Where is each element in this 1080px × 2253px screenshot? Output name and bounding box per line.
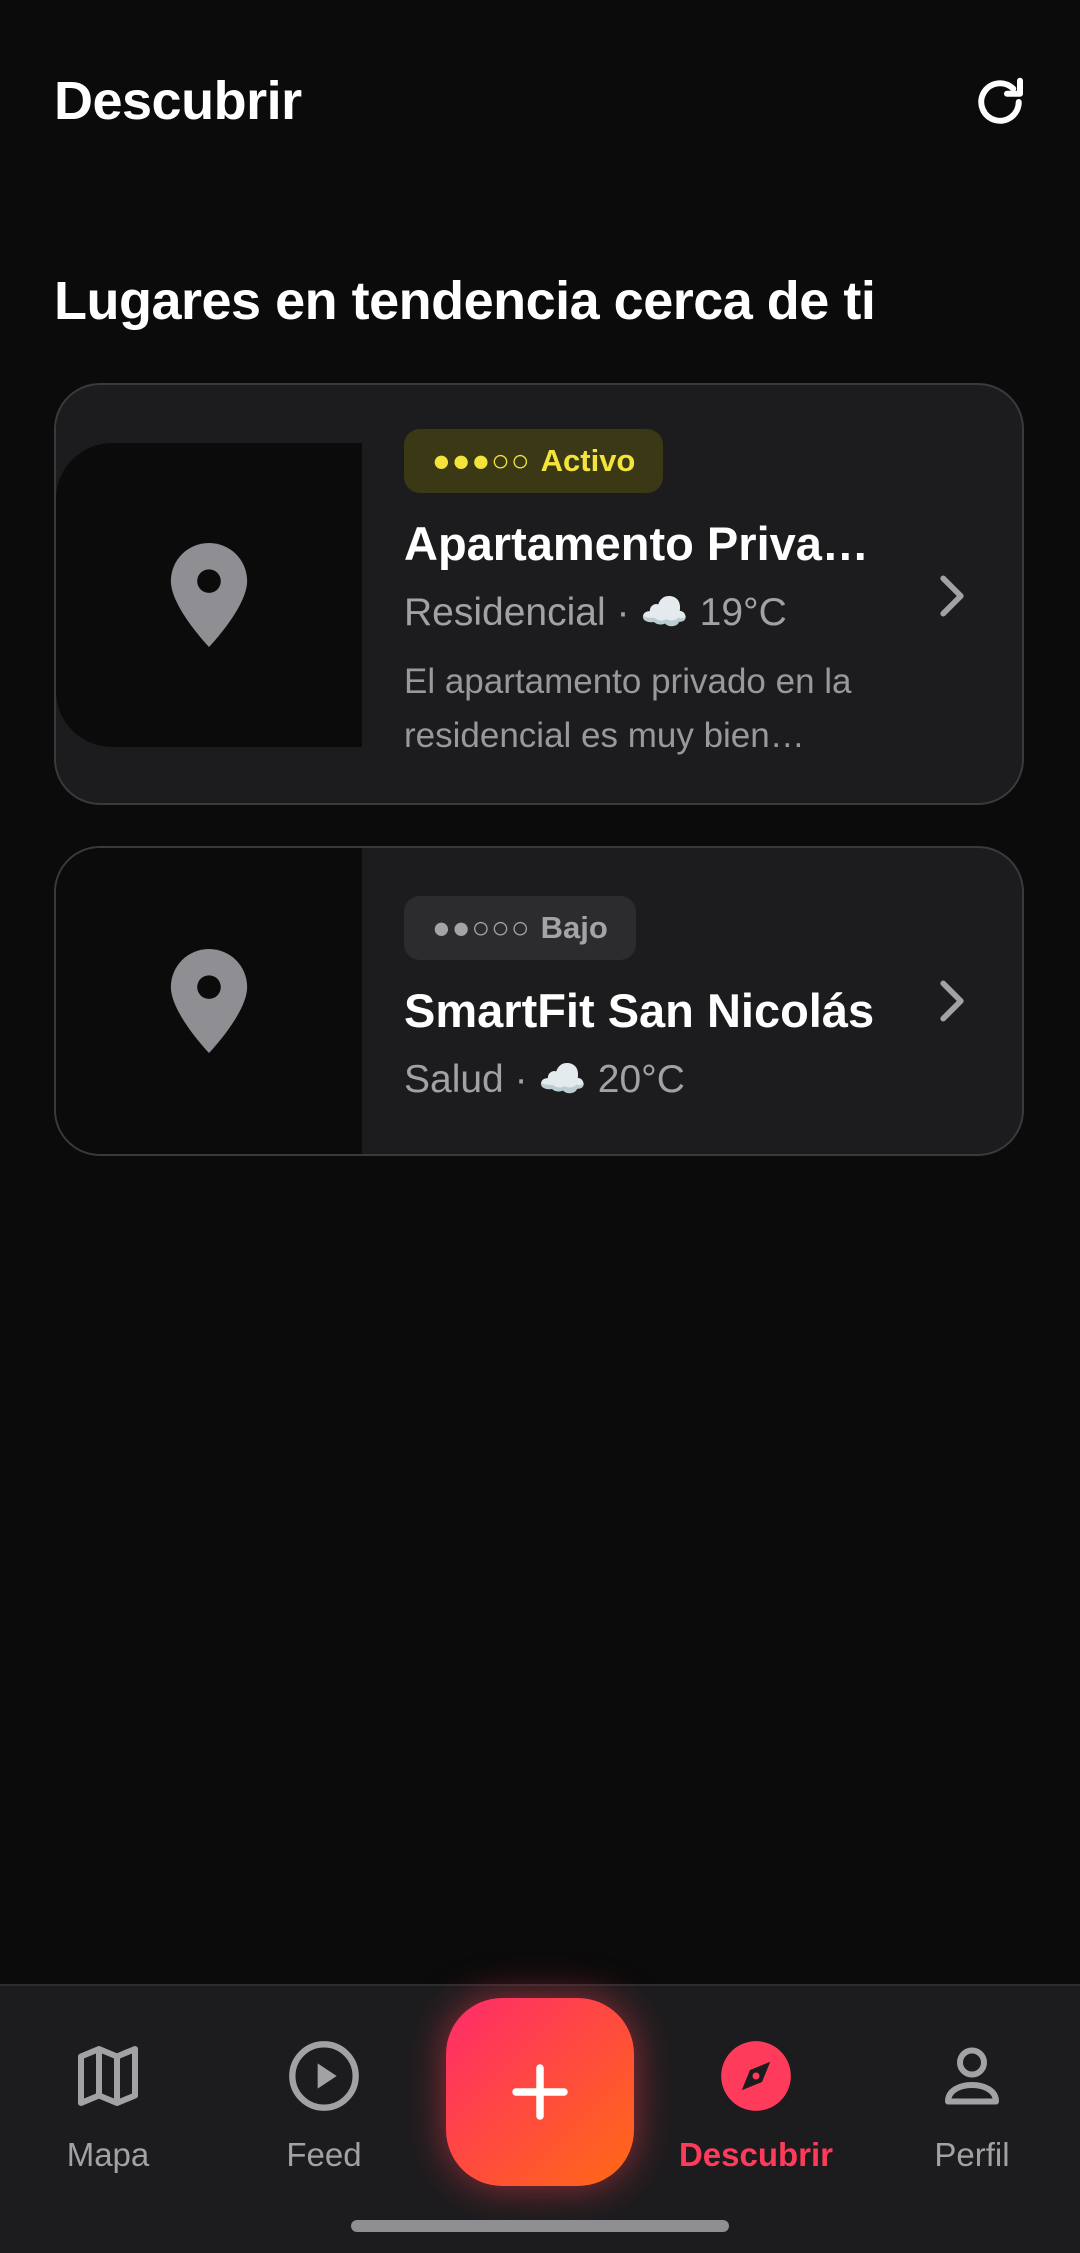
place-card[interactable]: ●●●○○ Activo Apartamento Privado en la R… [54, 383, 1024, 805]
add-button[interactable] [446, 1998, 634, 2186]
chevron-right-icon [932, 976, 972, 1026]
refresh-button[interactable] [968, 70, 1032, 134]
location-pin-icon [170, 543, 248, 647]
place-name: SmartFit San Nicolás [404, 984, 875, 1037]
activity-label: Activo [540, 443, 636, 478]
place-name: Apartamento Privado en la Residencial [404, 517, 892, 570]
place-meta: Residencial · ☁️ 19°C [404, 591, 787, 634]
nav-item-descubrir[interactable]: Descubrir [648, 2034, 864, 2174]
nav-item-perfil[interactable]: Perfil [864, 2034, 1080, 2174]
refresh-icon [978, 77, 1023, 124]
compass-icon [714, 2034, 798, 2118]
nav-label: Descubrir [678, 2136, 834, 2173]
nav-label: Mapa [66, 2136, 150, 2173]
place-info: ●●●○○ Activo Apartamento Privado en la R… [404, 429, 892, 763]
place-meta: Salud · ☁️ 20°C [404, 1058, 685, 1101]
activity-badge: ●●○○○ Bajo [404, 896, 636, 960]
place-card[interactable]: ●●○○○ Bajo SmartFit San Nicolás Salud · … [54, 846, 1024, 1156]
activity-dots: ●●●○○ [432, 443, 531, 478]
place-thumbnail [56, 848, 362, 1154]
nav-label: Perfil [934, 2136, 1010, 2173]
person-icon [930, 2034, 1014, 2118]
location-pin-icon [170, 949, 248, 1053]
place-thumbnail [56, 443, 362, 747]
home-indicator[interactable] [351, 2220, 729, 2232]
activity-dots: ●●○○○ [432, 910, 531, 945]
chevron-right-icon [932, 571, 972, 621]
nav-label: Feed [286, 2136, 362, 2173]
activity-label: Bajo [540, 910, 608, 945]
section-title: Lugares en tendencia cerca de ti [54, 271, 876, 331]
page-title: Descubrir [54, 71, 302, 131]
nav-item-mapa[interactable]: Mapa [0, 2034, 216, 2174]
activity-badge: ●●●○○ Activo [404, 429, 664, 493]
plus-icon [512, 2064, 568, 2120]
play-circle-icon [282, 2034, 366, 2118]
place-info: ●●○○○ Bajo SmartFit San Nicolás Salud · … [404, 896, 892, 1106]
map-icon [66, 2034, 150, 2118]
header: Descubrir [0, 0, 1080, 210]
place-description: El apartamento privado en la residencial… [404, 662, 852, 755]
nav-item-feed[interactable]: Feed [216, 2034, 432, 2174]
